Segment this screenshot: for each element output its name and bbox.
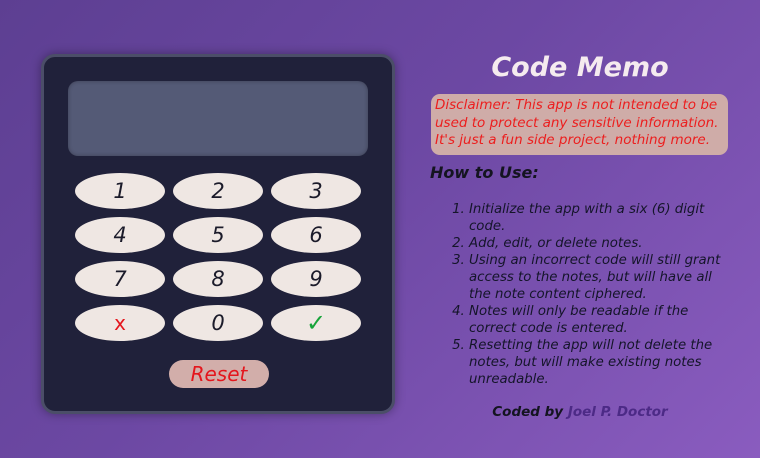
- clear-key[interactable]: x: [75, 305, 165, 341]
- reset-button[interactable]: Reset: [169, 360, 269, 388]
- instruction-step: Using an incorrect code will still grant…: [469, 252, 732, 303]
- key-0[interactable]: 0: [173, 305, 263, 341]
- key-7[interactable]: 7: [75, 261, 165, 297]
- key-8[interactable]: 8: [173, 261, 263, 297]
- instruction-step: Notes will only be readable if the corre…: [469, 303, 732, 337]
- key-5[interactable]: 5: [173, 217, 263, 253]
- credit-line: Coded by Joel P. Doctor: [430, 404, 730, 420]
- code-display: [68, 81, 368, 156]
- instruction-step: Resetting the app will not delete the no…: [469, 337, 732, 388]
- instruction-step: Initialize the app with a six (6) digit …: [469, 201, 732, 235]
- app-title: Code Memo: [491, 52, 669, 83]
- confirm-key[interactable]: ✓: [271, 305, 361, 341]
- key-1[interactable]: 1: [75, 173, 165, 209]
- instructions-list: Initialize the app with a six (6) digit …: [432, 201, 732, 388]
- instruction-step: Add, edit, or delete notes.: [469, 235, 732, 252]
- author-name: Joel P. Doctor: [567, 404, 668, 420]
- disclaimer-box: Disclaimer: This app is not intended to …: [431, 94, 728, 155]
- keypad-device: 1 2 3 4 5 6 7 8 9 x 0 ✓ Reset: [41, 54, 395, 414]
- key-4[interactable]: 4: [75, 217, 165, 253]
- key-9[interactable]: 9: [271, 261, 361, 297]
- how-to-heading: How to Use:: [430, 163, 539, 182]
- keypad-grid: 1 2 3 4 5 6 7 8 9 x 0 ✓: [75, 173, 365, 341]
- key-6[interactable]: 6: [271, 217, 361, 253]
- key-3[interactable]: 3: [271, 173, 361, 209]
- key-2[interactable]: 2: [173, 173, 263, 209]
- credit-prefix: Coded by: [492, 404, 564, 420]
